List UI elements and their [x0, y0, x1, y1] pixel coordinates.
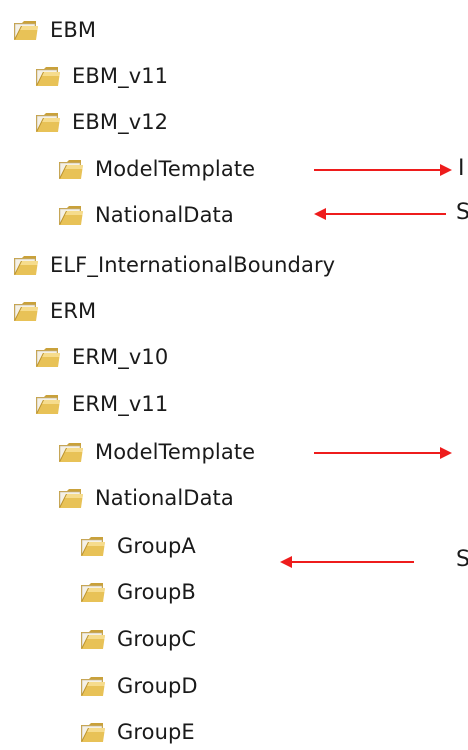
- folder-icon: [12, 299, 40, 323]
- tree-item-erm-v10[interactable]: ERM_v10: [34, 341, 168, 373]
- tree-item-erm-nationaldata[interactable]: NationalData: [57, 482, 234, 514]
- folder-icon: [79, 674, 107, 698]
- folder-icon: [79, 627, 107, 651]
- tree-item-groupe[interactable]: GroupE: [79, 716, 195, 748]
- arrowhead-left-icon: [314, 208, 326, 220]
- tree-item-label: EBM_v11: [72, 64, 169, 88]
- folder-icon: [12, 253, 40, 277]
- folder-icon: [34, 392, 62, 416]
- tree-item-ebm-v12[interactable]: EBM_v12: [34, 106, 168, 138]
- arrowhead-right-icon: [440, 447, 452, 459]
- arrowhead-left-icon: [280, 556, 292, 568]
- tree-item-groupc[interactable]: GroupC: [79, 623, 196, 655]
- tree-item-label: GroupE: [117, 720, 195, 744]
- folder-icon: [34, 345, 62, 369]
- tree-item-elf-internationalboundary[interactable]: ELF_InternationalBoundary: [12, 249, 335, 281]
- tree-item-label: ERM_v10: [72, 345, 169, 369]
- arrowhead-right-icon: [440, 164, 452, 176]
- tree-item-label: NationalData: [95, 486, 234, 510]
- tree-item-label: ELF_InternationalBoundary: [50, 253, 336, 277]
- folder-icon: [57, 203, 85, 227]
- folder-icon: [79, 534, 107, 558]
- tree-item-label: GroupD: [117, 674, 198, 698]
- folder-icon: [34, 64, 62, 88]
- clipped-annotation-text: S: [456, 200, 468, 225]
- tree-item-ebm-nationaldata[interactable]: NationalData: [57, 199, 234, 231]
- tree-item-label: ModelTemplate: [95, 440, 256, 464]
- tree-item-groupd[interactable]: GroupD: [79, 670, 198, 702]
- folder-icon: [79, 720, 107, 744]
- tree-item-label: ModelTemplate: [95, 157, 256, 181]
- tree-item-ebm[interactable]: EBM: [12, 14, 96, 46]
- folder-icon: [57, 486, 85, 510]
- tree-item-label: GroupC: [117, 627, 197, 651]
- tree-item-groupa[interactable]: GroupA: [79, 530, 196, 562]
- folder-icon: [79, 580, 107, 604]
- tree-item-label: GroupB: [117, 580, 196, 604]
- tree-item-label: NationalData: [95, 203, 234, 227]
- tree-item-label: EBM_v12: [72, 110, 169, 134]
- clipped-annotation-text: I: [458, 156, 465, 181]
- tree-item-label: GroupA: [117, 534, 196, 558]
- tree-item-erm-v11[interactable]: ERM_v11: [34, 388, 168, 420]
- clipped-annotation-text: S: [456, 547, 468, 572]
- tree-item-ebm-modeltemplate[interactable]: ModelTemplate: [57, 153, 255, 185]
- tree-item-erm-modeltemplate[interactable]: ModelTemplate: [57, 436, 255, 468]
- tree-item-label: EBM: [50, 18, 97, 42]
- folder-icon: [34, 110, 62, 134]
- tree-item-label: ERM: [50, 299, 97, 323]
- tree-item-label: ERM_v11: [72, 392, 169, 416]
- folder-icon: [57, 157, 85, 181]
- tree-item-erm[interactable]: ERM: [12, 295, 96, 327]
- folder-icon: [12, 18, 40, 42]
- folder-icon: [57, 440, 85, 464]
- tree-item-ebm-v11[interactable]: EBM_v11: [34, 60, 168, 92]
- tree-item-groupb[interactable]: GroupB: [79, 576, 196, 608]
